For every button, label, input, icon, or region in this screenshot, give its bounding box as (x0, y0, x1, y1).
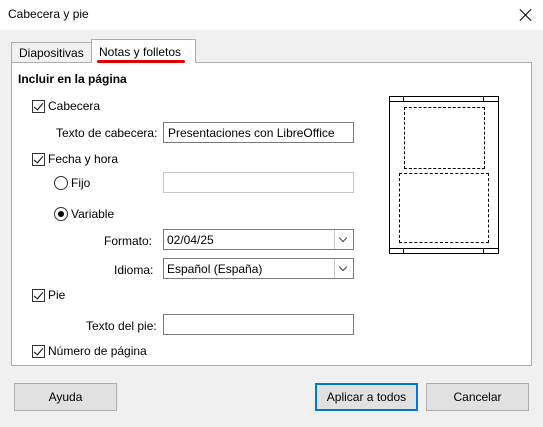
fixed-date-input[interactable] (163, 172, 354, 193)
language-value: Español (España) (167, 262, 263, 276)
datetime-checkbox[interactable] (32, 153, 45, 166)
cancel-button[interactable]: Cancelar (426, 383, 529, 411)
chevron-down-icon[interactable] (334, 230, 353, 249)
format-select[interactable]: 02/04/25 (163, 229, 354, 250)
header-text-input[interactable] (163, 122, 354, 143)
tab-diapositivas[interactable]: Diapositivas (11, 42, 92, 62)
header-checkbox[interactable] (32, 100, 45, 113)
page-preview (389, 96, 499, 254)
format-value: 02/04/25 (167, 233, 214, 247)
variable-radio[interactable] (54, 207, 68, 221)
chevron-down-icon[interactable] (334, 259, 353, 278)
language-select[interactable]: Español (España) (163, 258, 354, 279)
notes-placeholder (399, 173, 489, 243)
format-label: Formato: (104, 234, 153, 248)
footer-checkbox-label: Pie (48, 288, 66, 302)
help-button[interactable]: Ayuda (14, 383, 117, 411)
page-number-checkbox[interactable] (32, 345, 45, 358)
apply-all-button[interactable]: Aplicar a todos (315, 383, 418, 411)
window-title: Cabecera y pie (8, 7, 89, 21)
language-label: Idioma: (114, 263, 154, 277)
annotation-underline (97, 60, 185, 63)
header-checkbox-label: Cabecera (48, 99, 101, 113)
footer-text-input[interactable] (163, 314, 354, 335)
footer-text-label: Texto del pie: (86, 319, 157, 333)
datetime-checkbox-label: Fecha y hora (48, 152, 119, 166)
section-heading: Incluir en la página (18, 72, 127, 86)
fixed-radio-label: Fijo (71, 176, 91, 190)
variable-radio-label: Variable (71, 207, 115, 221)
slide-placeholder (404, 107, 485, 169)
fixed-radio[interactable] (54, 176, 68, 190)
footer-checkbox[interactable] (32, 289, 45, 302)
header-text-label: Texto de cabecera: (56, 126, 158, 140)
page-number-checkbox-label: Número de página (48, 344, 147, 358)
close-icon[interactable] (515, 4, 537, 26)
title-bar: Cabecera y pie (0, 0, 543, 30)
